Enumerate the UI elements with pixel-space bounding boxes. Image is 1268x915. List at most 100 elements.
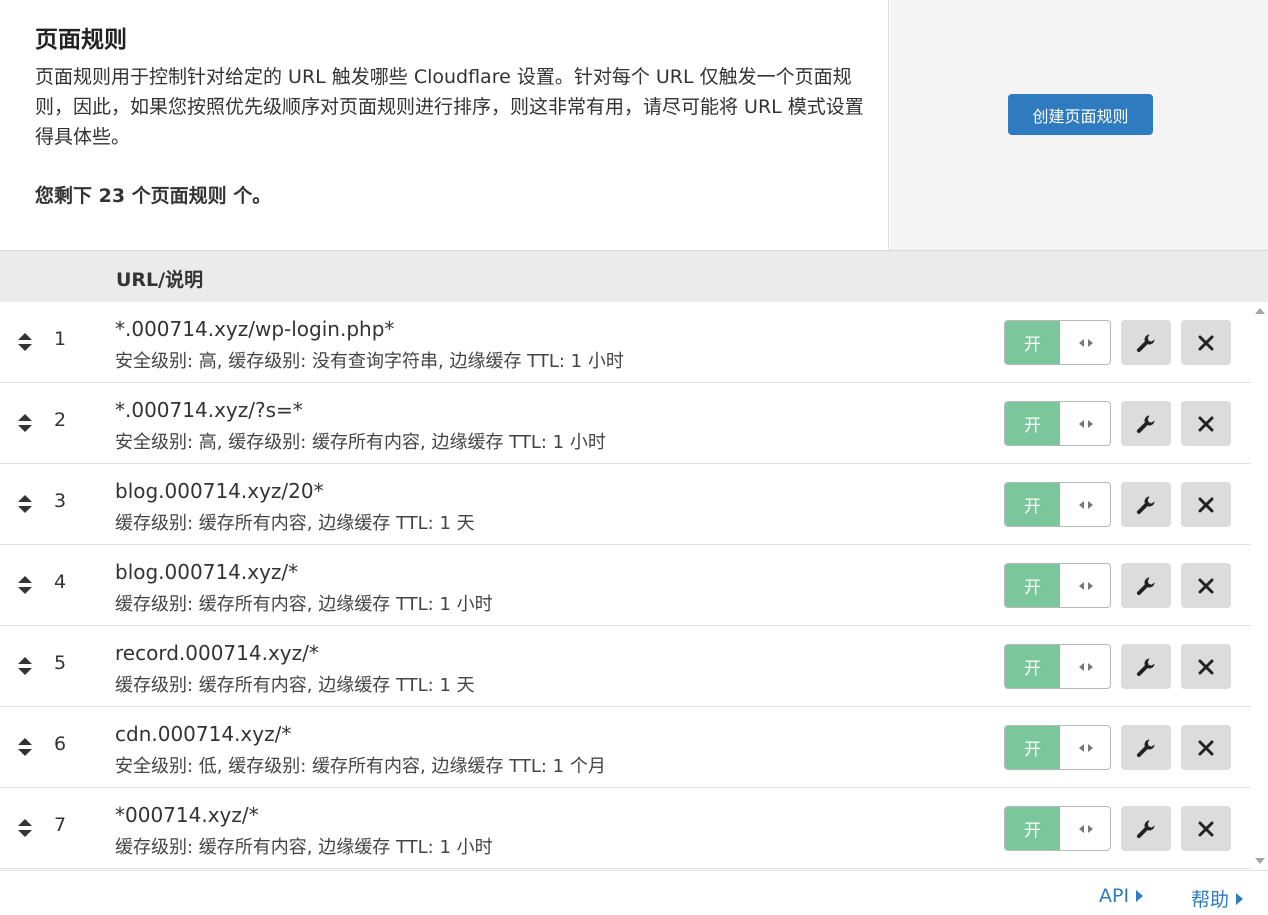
- rule-priority-number: 3: [54, 490, 67, 512]
- toggle-handle-icon: [1060, 483, 1110, 526]
- drag-handle-icon[interactable]: [17, 574, 33, 596]
- table-row: 5 record.000714.xyz/* 缓存级别: 缓存所有内容, 边缘缓存 T…: [0, 626, 1251, 707]
- toggle-handle-icon: [1060, 726, 1110, 769]
- rule-priority-number: 7: [54, 814, 67, 836]
- toggle-handle-icon: [1060, 645, 1110, 688]
- rule-url: *.000714.xyz/wp-login.php*: [115, 317, 395, 341]
- edit-rule-button[interactable]: [1121, 806, 1171, 851]
- rule-enabled-toggle[interactable]: 开: [1004, 482, 1111, 527]
- toggle-handle-icon: [1060, 402, 1110, 445]
- toggle-on-label: 开: [1005, 483, 1060, 526]
- table-row: 1 *.000714.xyz/wp-login.php* 安全级别: 高, 缓存级别…: [0, 302, 1251, 383]
- drag-handle-icon[interactable]: [17, 412, 33, 434]
- rule-enabled-toggle[interactable]: 开: [1004, 563, 1111, 608]
- close-icon: [1198, 821, 1214, 836]
- rule-settings-summary: 缓存级别: 缓存所有内容, 边缘缓存 TTL: 1 小时: [115, 594, 493, 615]
- header-action-panel: 创建页面规则: [890, 0, 1268, 250]
- wrench-icon: [1136, 577, 1155, 595]
- create-page-rule-button[interactable]: 创建页面规则: [1008, 94, 1153, 135]
- rule-url: record.000714.xyz/*: [115, 641, 319, 665]
- toggle-handle-icon: [1060, 321, 1110, 364]
- drag-handle-icon[interactable]: [17, 493, 33, 515]
- edit-rule-button[interactable]: [1121, 482, 1171, 527]
- wrench-icon: [1136, 739, 1155, 757]
- rule-settings-summary: 安全级别: 高, 缓存级别: 缓存所有内容, 边缘缓存 TTL: 1 小时: [115, 432, 606, 453]
- rule-settings-summary: 缓存级别: 缓存所有内容, 边缘缓存 TTL: 1 小时: [115, 837, 493, 858]
- delete-rule-button[interactable]: [1181, 482, 1231, 527]
- wrench-icon: [1136, 415, 1155, 433]
- toggle-on-label: 开: [1005, 645, 1060, 688]
- rule-settings-summary: 缓存级别: 缓存所有内容, 边缘缓存 TTL: 1 天: [115, 513, 475, 534]
- rules-table-body: 1 *.000714.xyz/wp-login.php* 安全级别: 高, 缓存级别…: [0, 302, 1251, 870]
- caret-right-icon: [1136, 890, 1144, 902]
- rule-priority-number: 1: [54, 328, 67, 350]
- rule-enabled-toggle[interactable]: 开: [1004, 806, 1111, 851]
- close-icon: [1198, 659, 1214, 674]
- close-icon: [1198, 740, 1214, 755]
- drag-handle-icon[interactable]: [17, 817, 33, 839]
- rule-priority-number: 6: [54, 733, 67, 755]
- table-header: URL/说明: [0, 251, 1268, 302]
- drag-handle-icon[interactable]: [17, 655, 33, 677]
- rule-priority-number: 4: [54, 571, 67, 593]
- scroll-up-arrow-icon[interactable]: [1255, 308, 1265, 314]
- toggle-on-label: 开: [1005, 726, 1060, 769]
- rule-settings-summary: 安全级别: 高, 缓存级别: 没有查询字符串, 边缘缓存 TTL: 1 小时: [115, 351, 624, 372]
- toggle-handle-icon: [1060, 564, 1110, 607]
- rule-url: blog.000714.xyz/*: [115, 560, 299, 584]
- rule-settings-summary: 安全级别: 低, 缓存级别: 缓存所有内容, 边缘缓存 TTL: 1 个月: [115, 756, 606, 777]
- wrench-icon: [1136, 658, 1155, 676]
- table-row: 7 *000714.xyz/* 缓存级别: 缓存所有内容, 边缘缓存 TTL: 1 …: [0, 788, 1251, 869]
- close-icon: [1198, 335, 1214, 350]
- rule-url: blog.000714.xyz/20*: [115, 479, 324, 503]
- page-description: 页面规则用于控制针对给定的 URL 触发哪些 Cloudflare 设置。针对每…: [35, 66, 864, 148]
- page-rules-header: 页面规则 页面规则用于控制针对给定的 URL 触发哪些 Cloudflare 设…: [0, 0, 1268, 251]
- edit-rule-button[interactable]: [1121, 644, 1171, 689]
- rule-settings-summary: 缓存级别: 缓存所有内容, 边缘缓存 TTL: 1 天: [115, 675, 475, 696]
- rule-enabled-toggle[interactable]: 开: [1004, 644, 1111, 689]
- rule-url: cdn.000714.xyz/*: [115, 722, 292, 746]
- delete-rule-button[interactable]: [1181, 563, 1231, 608]
- remaining-rules-count: 您剩下 23 个页面规则 个。: [35, 185, 272, 207]
- help-link[interactable]: 帮助: [1191, 885, 1244, 912]
- rule-enabled-toggle[interactable]: 开: [1004, 725, 1111, 770]
- drag-handle-icon[interactable]: [17, 331, 33, 353]
- toggle-on-label: 开: [1005, 807, 1060, 850]
- table-row: 6 cdn.000714.xyz/* 安全级别: 低, 缓存级别: 缓存所有内容, …: [0, 707, 1251, 788]
- rule-priority-number: 2: [54, 409, 67, 431]
- caret-right-icon: [1236, 892, 1244, 905]
- rule-enabled-toggle[interactable]: 开: [1004, 320, 1111, 365]
- rule-enabled-toggle[interactable]: 开: [1004, 401, 1111, 446]
- api-link[interactable]: API: [1099, 885, 1144, 907]
- toggle-on-label: 开: [1005, 321, 1060, 364]
- rule-url: *000714.xyz/*: [115, 803, 259, 827]
- scroll-down-arrow-icon[interactable]: [1255, 858, 1265, 864]
- table-row: 2 *.000714.xyz/?s=* 安全级别: 高, 缓存级别: 缓存所有内容,…: [0, 383, 1251, 464]
- column-header-url: URL/说明: [116, 269, 204, 291]
- header-info-panel: 页面规则 页面规则用于控制针对给定的 URL 触发哪些 Cloudflare 设…: [0, 0, 889, 250]
- toggle-on-label: 开: [1005, 564, 1060, 607]
- delete-rule-button[interactable]: [1181, 806, 1231, 851]
- edit-rule-button[interactable]: [1121, 401, 1171, 446]
- edit-rule-button[interactable]: [1121, 725, 1171, 770]
- close-icon: [1198, 416, 1214, 431]
- toggle-on-label: 开: [1005, 402, 1060, 445]
- table-row: 4 blog.000714.xyz/* 缓存级别: 缓存所有内容, 边缘缓存 TTL…: [0, 545, 1251, 626]
- help-link-label: 帮助: [1191, 889, 1230, 911]
- page-title: 页面规则: [35, 27, 127, 53]
- close-icon: [1198, 578, 1214, 593]
- wrench-icon: [1136, 820, 1155, 838]
- close-icon: [1198, 497, 1214, 512]
- delete-rule-button[interactable]: [1181, 725, 1231, 770]
- delete-rule-button[interactable]: [1181, 320, 1231, 365]
- edit-rule-button[interactable]: [1121, 563, 1171, 608]
- edit-rule-button[interactable]: [1121, 320, 1171, 365]
- delete-rule-button[interactable]: [1181, 644, 1231, 689]
- drag-handle-icon[interactable]: [17, 736, 33, 758]
- rule-priority-number: 5: [54, 652, 67, 674]
- rules-scrollbar[interactable]: [1251, 302, 1268, 870]
- rule-url: *.000714.xyz/?s=*: [115, 398, 303, 422]
- api-link-label: API: [1099, 885, 1130, 907]
- delete-rule-button[interactable]: [1181, 401, 1231, 446]
- wrench-icon: [1136, 334, 1155, 352]
